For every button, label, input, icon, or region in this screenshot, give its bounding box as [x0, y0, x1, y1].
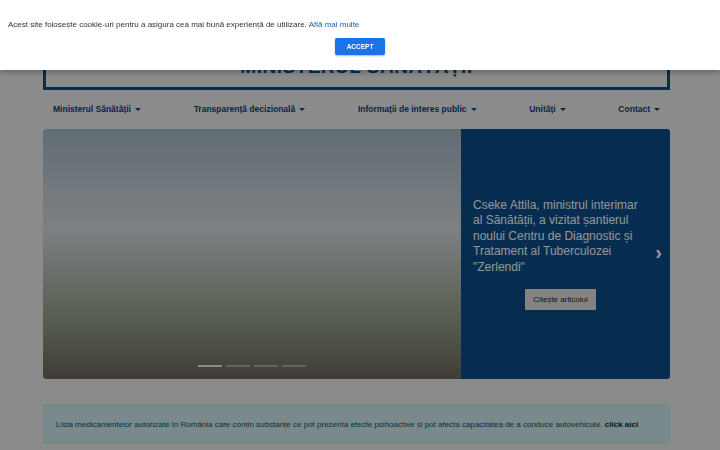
- cookie-text: Acest site folosește cookie-uri pentru a…: [8, 20, 359, 29]
- cookie-banner: Acest site folosește cookie-uri pentru a…: [0, 0, 720, 70]
- cookie-link[interactable]: Află mai multe: [309, 20, 360, 29]
- accept-button[interactable]: ACCEPT: [335, 38, 386, 55]
